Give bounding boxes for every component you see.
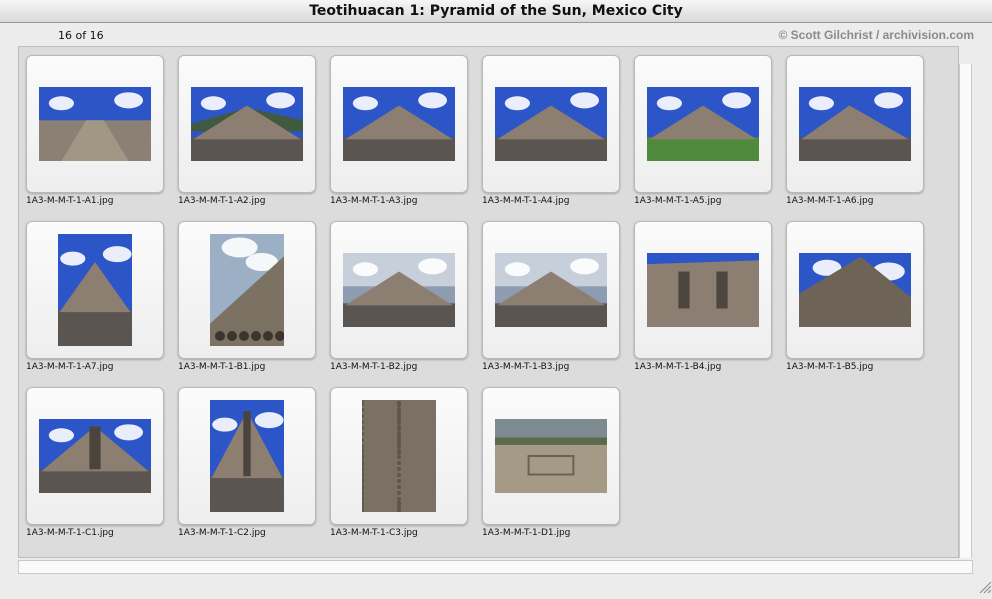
thumbnail-slide[interactable] (330, 55, 468, 193)
thumbnail-slide[interactable] (330, 221, 468, 359)
thumbnail-filename: 1A3-M-M-T-1-B3.jpg (482, 362, 570, 372)
thumbnail-slide[interactable] (482, 221, 620, 359)
thumbnail-image (343, 87, 455, 161)
thumbnail-image (210, 234, 284, 346)
thumbnail-image (58, 234, 132, 346)
thumbnail-image (799, 253, 911, 327)
thumbnail-image (39, 87, 151, 161)
thumbnail-slide[interactable] (482, 387, 620, 525)
thumbnail-filename: 1A3-M-M-T-1-A3.jpg (330, 196, 418, 206)
resize-grip-icon[interactable] (976, 578, 992, 594)
thumbnail-slide[interactable] (26, 387, 164, 525)
thumbnail-filename: 1A3-M-M-T-1-B2.jpg (330, 362, 418, 372)
thumbnail-image (39, 419, 151, 493)
thumbnail-slide[interactable] (786, 221, 924, 359)
thumbnail-slide[interactable] (178, 387, 316, 525)
thumbnail-image (343, 253, 455, 327)
thumbnail-filename: 1A3-M-M-T-1-B5.jpg (786, 362, 874, 372)
thumbnail-slide[interactable] (786, 55, 924, 193)
thumbnail-filename: 1A3-M-M-T-1-B4.jpg (634, 362, 722, 372)
thumbnail-slide[interactable] (634, 55, 772, 193)
thumbnail-image (362, 400, 436, 512)
thumbnail-filename: 1A3-M-M-T-1-C2.jpg (178, 528, 266, 538)
thumbnail-filename: 1A3-M-M-T-1-A7.jpg (26, 362, 114, 372)
horizontal-scrollbar[interactable] (18, 560, 973, 574)
thumbnail-image (647, 87, 759, 161)
thumbnail-slide[interactable] (178, 55, 316, 193)
thumbnail-filename: 1A3-M-M-T-1-A1.jpg (26, 196, 114, 206)
thumbnail-slide[interactable] (482, 55, 620, 193)
thumbnail-filename: 1A3-M-M-T-1-A2.jpg (178, 196, 266, 206)
thumbnail-slide[interactable] (26, 55, 164, 193)
thumbnail-filename: 1A3-M-M-T-1-A5.jpg (634, 196, 722, 206)
thumbnail-filename: 1A3-M-M-T-1-C3.jpg (330, 528, 418, 538)
thumbnail-image (495, 253, 607, 327)
vertical-scrollbar[interactable] (959, 64, 972, 558)
thumbnail-slide[interactable] (178, 221, 316, 359)
thumbnail-filename: 1A3-M-M-T-1-D1.jpg (482, 528, 571, 538)
thumbnail-slide[interactable] (26, 221, 164, 359)
image-counter: 16 of 16 (58, 29, 104, 42)
thumbnail-image (647, 253, 759, 327)
thumbnail-image (210, 400, 284, 512)
thumbnail-filename: 1A3-M-M-T-1-C1.jpg (26, 528, 114, 538)
thumbnail-filename: 1A3-M-M-T-1-A6.jpg (786, 196, 874, 206)
thumbnail-slide[interactable] (634, 221, 772, 359)
thumbnail-image (495, 87, 607, 161)
thumbnail-image (495, 419, 607, 493)
copyright-credit: © Scott Gilchrist / archivision.com (778, 28, 974, 42)
thumbnail-filename: 1A3-M-M-T-1-A4.jpg (482, 196, 570, 206)
window-title: Teotihuacan 1: Pyramid of the Sun, Mexic… (0, 0, 992, 23)
thumbnail-image (191, 87, 303, 161)
thumbnail-filename: 1A3-M-M-T-1-B1.jpg (178, 362, 266, 372)
thumbnail-slide[interactable] (330, 387, 468, 525)
thumbnail-image (799, 87, 911, 161)
